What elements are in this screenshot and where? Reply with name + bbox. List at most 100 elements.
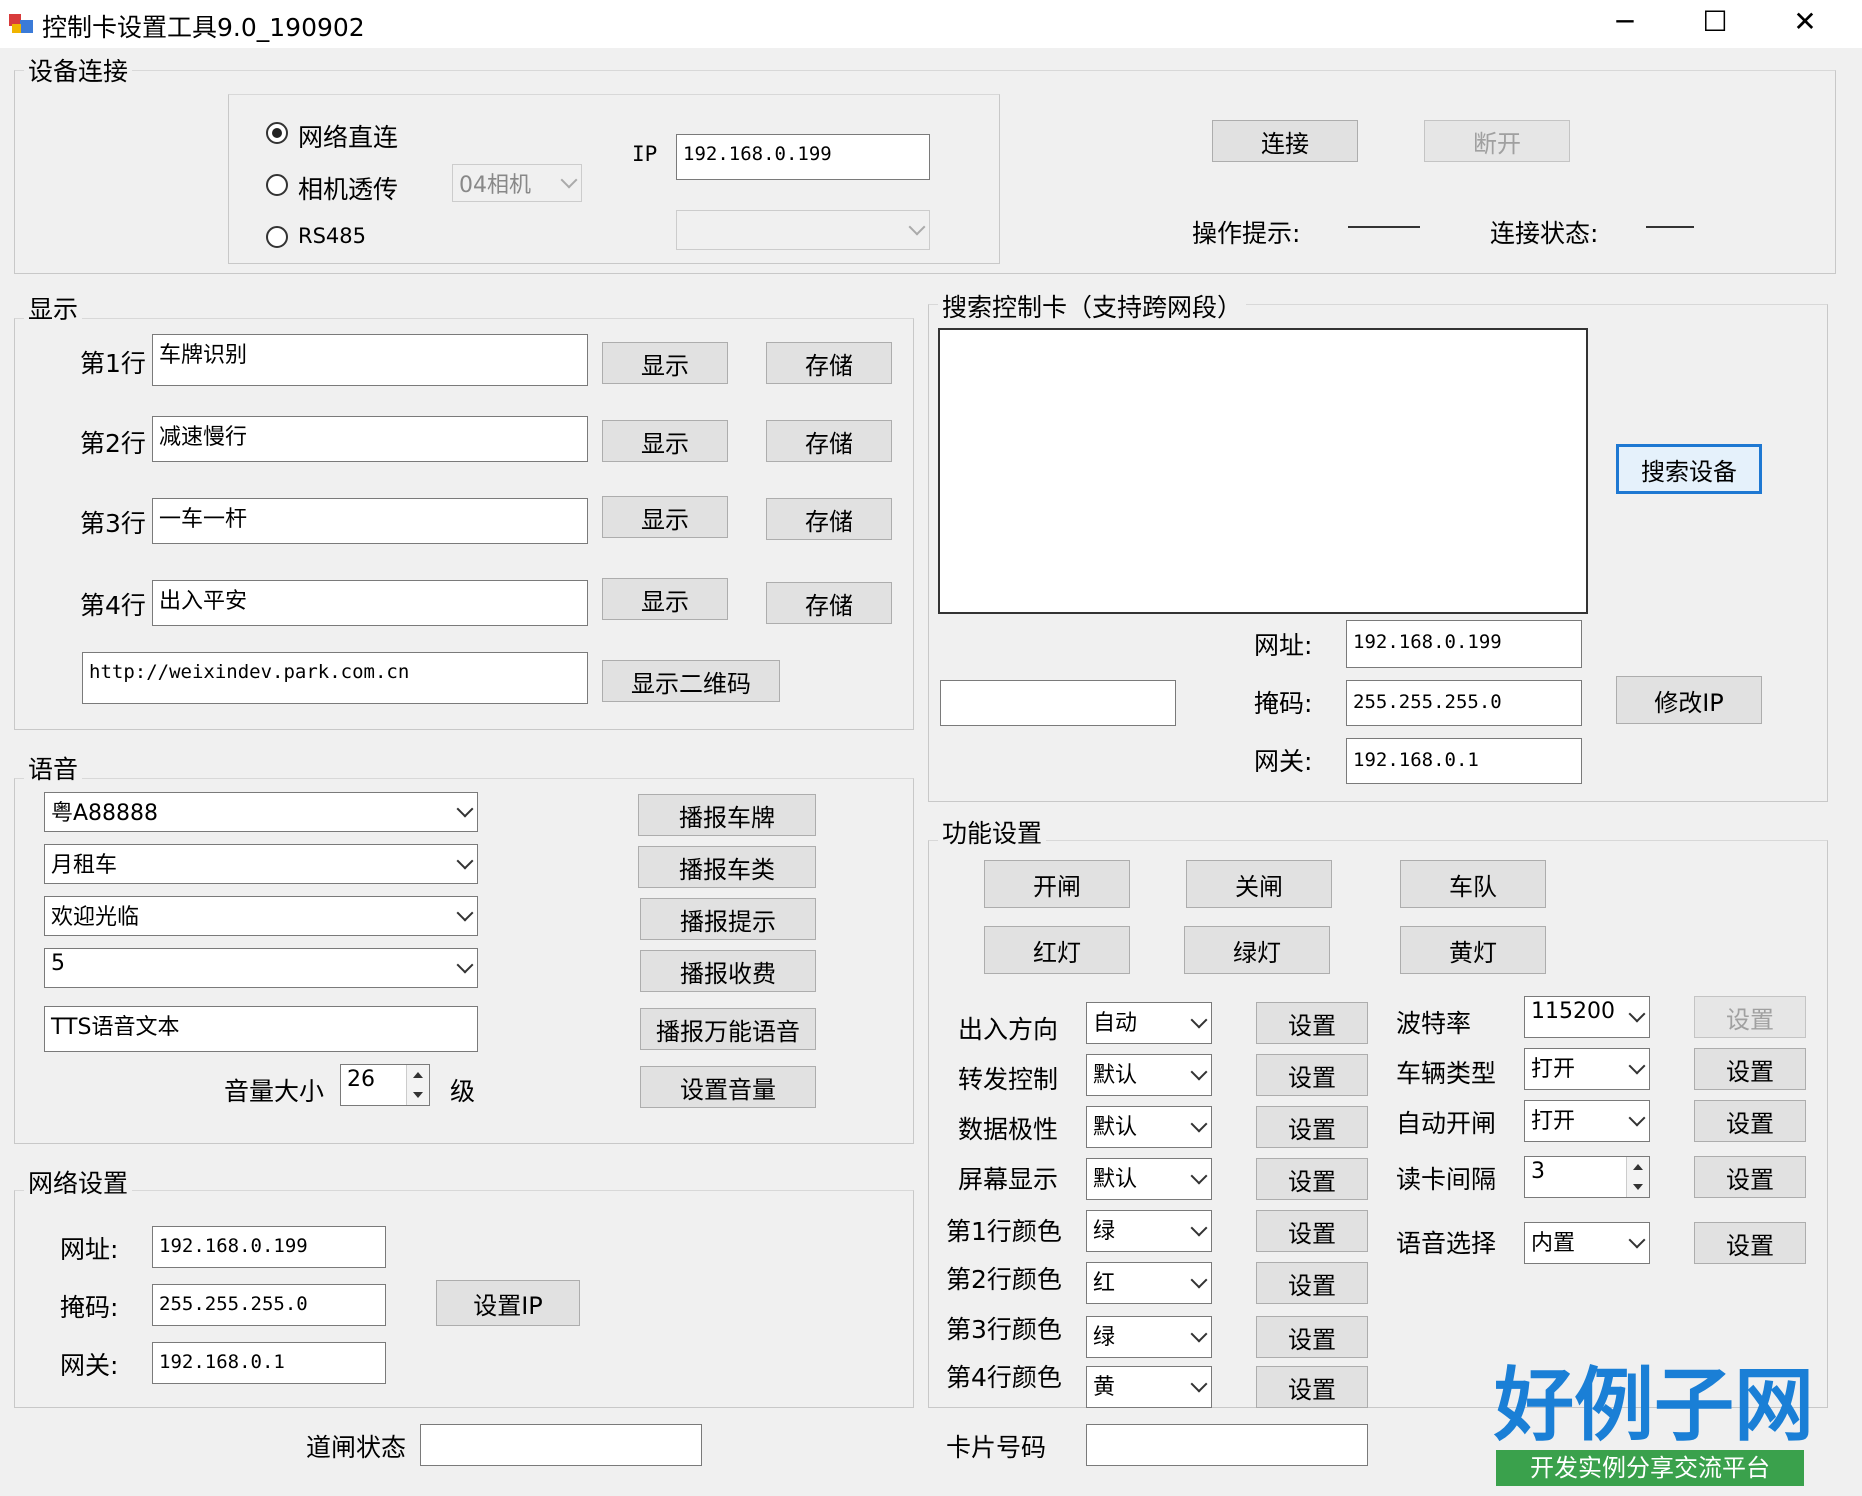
radio-rs485[interactable] — [266, 226, 288, 248]
speak-fee-button[interactable]: 播报收费 — [640, 950, 816, 992]
close-gate-button[interactable]: 关闸 — [1186, 860, 1332, 908]
direction-select[interactable]: 自动 — [1086, 1002, 1212, 1044]
net-gw-input[interactable]: 192.168.0.1 — [152, 1342, 386, 1384]
auto-open-select[interactable]: 打开 — [1524, 1100, 1650, 1142]
speak-car-type-button[interactable]: 播报车类 — [638, 846, 816, 888]
open-gate-button[interactable]: 开闸 — [984, 860, 1130, 908]
chevron-down-icon — [560, 171, 578, 189]
speak-plate-button[interactable]: 播报车牌 — [638, 794, 816, 836]
read-interval-set-button[interactable]: 设置 — [1694, 1156, 1806, 1198]
minimize-button[interactable]: ─ — [1580, 0, 1670, 46]
net-mask-input[interactable]: 255.255.255.0 — [152, 1284, 386, 1326]
speak-hint-button[interactable]: 播报提示 — [640, 898, 816, 940]
row2-color-select[interactable]: 红 — [1086, 1262, 1212, 1304]
card-number-field[interactable] — [1086, 1424, 1368, 1466]
direction-set-button[interactable]: 设置 — [1256, 1002, 1368, 1044]
chevron-down-icon — [456, 904, 474, 922]
disconnect-button[interactable]: 断开 — [1424, 120, 1570, 162]
green-light-button[interactable]: 绿灯 — [1184, 926, 1330, 974]
row2-color-set-button[interactable]: 设置 — [1256, 1262, 1368, 1304]
display-row3-show-button[interactable]: 显示 — [602, 496, 728, 538]
gate-status-field[interactable] — [420, 1424, 702, 1466]
display-row3-input[interactable]: 一车一杆 — [152, 498, 588, 544]
display-row1-show-button[interactable]: 显示 — [602, 342, 728, 384]
row1-color-set-button[interactable]: 设置 — [1256, 1210, 1368, 1252]
search-gw-input[interactable]: 192.168.0.1 — [1346, 738, 1582, 784]
forward-control-select[interactable]: 默认 — [1086, 1054, 1212, 1096]
camera-select[interactable]: 04相机 — [452, 164, 582, 202]
search-mask-input[interactable]: 255.255.255.0 — [1346, 680, 1582, 726]
maximize-button[interactable]: ☐ — [1670, 0, 1760, 46]
screen-display-set-button[interactable]: 设置 — [1256, 1158, 1368, 1200]
voice-source-set-button[interactable]: 设置 — [1694, 1222, 1806, 1264]
display-row4-save-button[interactable]: 存储 — [766, 582, 892, 624]
device-list[interactable] — [938, 328, 1588, 614]
read-interval-stepper[interactable]: 3 — [1524, 1156, 1650, 1198]
tts-text-input[interactable]: TTS语音文本 — [44, 1006, 478, 1052]
fee-select[interactable]: 5 — [44, 948, 478, 988]
ip-input[interactable]: 192.168.0.199 — [676, 134, 930, 180]
search-addr-input[interactable]: 192.168.0.199 — [1346, 620, 1582, 668]
display-label: 显示 — [24, 290, 83, 326]
forward-control-set-button[interactable]: 设置 — [1256, 1054, 1368, 1096]
radio-camera-passthrough[interactable] — [266, 174, 288, 196]
row4-color-set-button[interactable]: 设置 — [1256, 1366, 1368, 1408]
direction-label: 出入方向 — [958, 1015, 1059, 1044]
display-row2-label: 第2行 — [80, 429, 146, 458]
chevron-down-icon — [456, 956, 474, 974]
display-row4-show-button[interactable]: 显示 — [602, 578, 728, 620]
chevron-down-icon — [1190, 1115, 1208, 1133]
chevron-down-icon — [1190, 1063, 1208, 1081]
set-ip-button[interactable]: 设置IP — [436, 1280, 580, 1326]
plate-select[interactable]: 粤A88888 — [44, 792, 478, 832]
set-volume-button[interactable]: 设置音量 — [640, 1066, 816, 1108]
voice-source-select[interactable]: 内置 — [1524, 1222, 1650, 1264]
net-addr-label: 网址: — [60, 1235, 119, 1264]
modify-ip-button[interactable]: 修改IP — [1616, 676, 1762, 724]
data-polarity-select[interactable]: 默认 — [1086, 1106, 1212, 1148]
display-row2-show-button[interactable]: 显示 — [602, 420, 728, 462]
chevron-down-icon — [1190, 1167, 1208, 1185]
com-port-select[interactable] — [676, 210, 930, 250]
speak-universal-button[interactable]: 播报万能语音 — [640, 1008, 816, 1050]
qr-url-input[interactable]: http://weixindev.park.com.cn — [82, 652, 588, 704]
row3-color-select[interactable]: 绿 — [1086, 1316, 1212, 1358]
connect-button[interactable]: 连接 — [1212, 120, 1358, 162]
gate-status-label: 道闸状态 — [306, 1433, 407, 1462]
car-type-select[interactable]: 月租车 — [44, 844, 478, 884]
search-device-button[interactable]: 搜索设备 — [1616, 444, 1762, 494]
baud-rate-select[interactable]: 115200 — [1524, 996, 1650, 1038]
radio-network-direct[interactable] — [266, 122, 288, 144]
red-light-button[interactable]: 红灯 — [984, 926, 1130, 974]
show-qr-button[interactable]: 显示二维码 — [602, 660, 780, 702]
display-row4-input[interactable]: 出入平安 — [152, 580, 588, 626]
yellow-light-button[interactable]: 黄灯 — [1400, 926, 1546, 974]
chevron-down-icon — [1628, 1057, 1646, 1075]
spin-arrows-icon[interactable] — [1626, 1157, 1649, 1197]
vehicle-type-select[interactable]: 打开 — [1524, 1048, 1650, 1090]
display-row1-input[interactable]: 车牌识别 — [152, 334, 588, 386]
volume-unit: 级 — [450, 1077, 476, 1106]
row3-color-set-button[interactable]: 设置 — [1256, 1316, 1368, 1358]
net-addr-input[interactable]: 192.168.0.199 — [152, 1226, 386, 1268]
vehicle-type-set-button[interactable]: 设置 — [1694, 1048, 1806, 1090]
read-interval-label: 读卡间隔 — [1396, 1165, 1497, 1194]
hint-select[interactable]: 欢迎光临 — [44, 896, 478, 936]
volume-stepper[interactable]: 26 — [340, 1064, 430, 1106]
baud-rate-set-button[interactable]: 设置 — [1694, 996, 1806, 1038]
display-row2-save-button[interactable]: 存储 — [766, 420, 892, 462]
data-polarity-set-button[interactable]: 设置 — [1256, 1106, 1368, 1148]
display-row1-save-button[interactable]: 存储 — [766, 342, 892, 384]
row1-color-select[interactable]: 绿 — [1086, 1210, 1212, 1252]
display-row3-save-button[interactable]: 存储 — [766, 498, 892, 540]
auto-open-set-button[interactable]: 设置 — [1694, 1100, 1806, 1142]
spin-arrows-icon[interactable] — [406, 1065, 429, 1105]
baud-rate-label: 波特率 — [1396, 1009, 1472, 1038]
search-extra-input[interactable] — [940, 680, 1176, 726]
row4-color-select[interactable]: 黄 — [1086, 1366, 1212, 1408]
close-button[interactable]: ✕ — [1760, 0, 1850, 46]
convoy-button[interactable]: 车队 — [1400, 860, 1546, 908]
voice-label: 语音 — [24, 750, 83, 786]
display-row2-input[interactable]: 减速慢行 — [152, 416, 588, 462]
screen-display-select[interactable]: 默认 — [1086, 1158, 1212, 1200]
